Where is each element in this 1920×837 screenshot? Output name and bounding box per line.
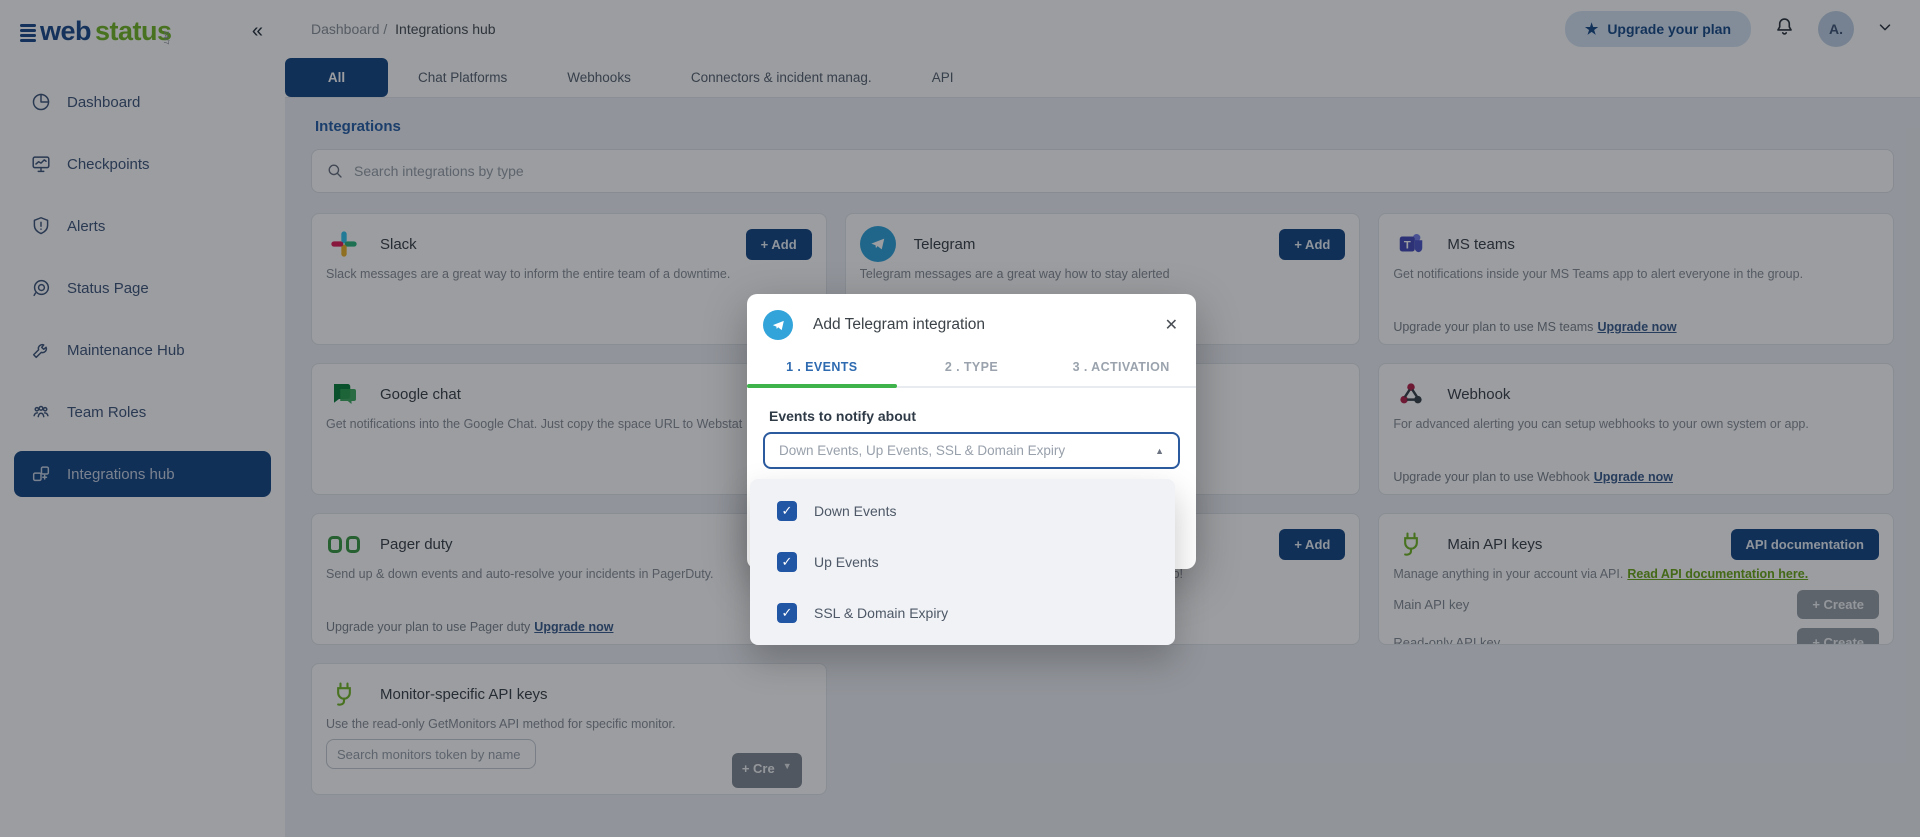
option-ssl-domain-expiry[interactable]: ✓ SSL & Domain Expiry: [750, 588, 1175, 638]
checkbox-checked-icon[interactable]: ✓: [777, 501, 797, 521]
step-type[interactable]: 2 . TYPE: [897, 360, 1047, 386]
option-up-events[interactable]: ✓ Up Events: [750, 537, 1175, 587]
option-down-events[interactable]: ✓ Down Events: [750, 486, 1175, 536]
events-select-label: Events to notify about: [769, 408, 1178, 424]
option-label: Down Events: [814, 503, 896, 519]
modal-steps: 1 . EVENTS 2 . TYPE 3 . ACTIVATION: [747, 360, 1196, 388]
events-dropdown-panel: ✓ Down Events ✓ Up Events ✓ SSL & Domain…: [750, 479, 1175, 645]
step-events[interactable]: 1 . EVENTS: [747, 360, 897, 386]
caret-up-icon: ▲: [1155, 446, 1164, 456]
step-activation[interactable]: 3 . ACTIVATION: [1046, 360, 1196, 386]
option-label: SSL & Domain Expiry: [814, 605, 948, 621]
checkbox-checked-icon[interactable]: ✓: [777, 603, 797, 623]
close-icon[interactable]: ✕: [1165, 315, 1178, 335]
option-label: Up Events: [814, 554, 879, 570]
events-multiselect-value: Down Events, Up Events, SSL & Domain Exp…: [779, 443, 1065, 458]
events-multiselect[interactable]: Down Events, Up Events, SSL & Domain Exp…: [763, 432, 1180, 469]
app-window: web status 24/7 « Dashboard Checkpoints …: [0, 0, 1920, 837]
modal-title: Add Telegram integration: [813, 316, 985, 334]
checkbox-checked-icon[interactable]: ✓: [777, 552, 797, 572]
telegram-icon: [763, 310, 793, 340]
